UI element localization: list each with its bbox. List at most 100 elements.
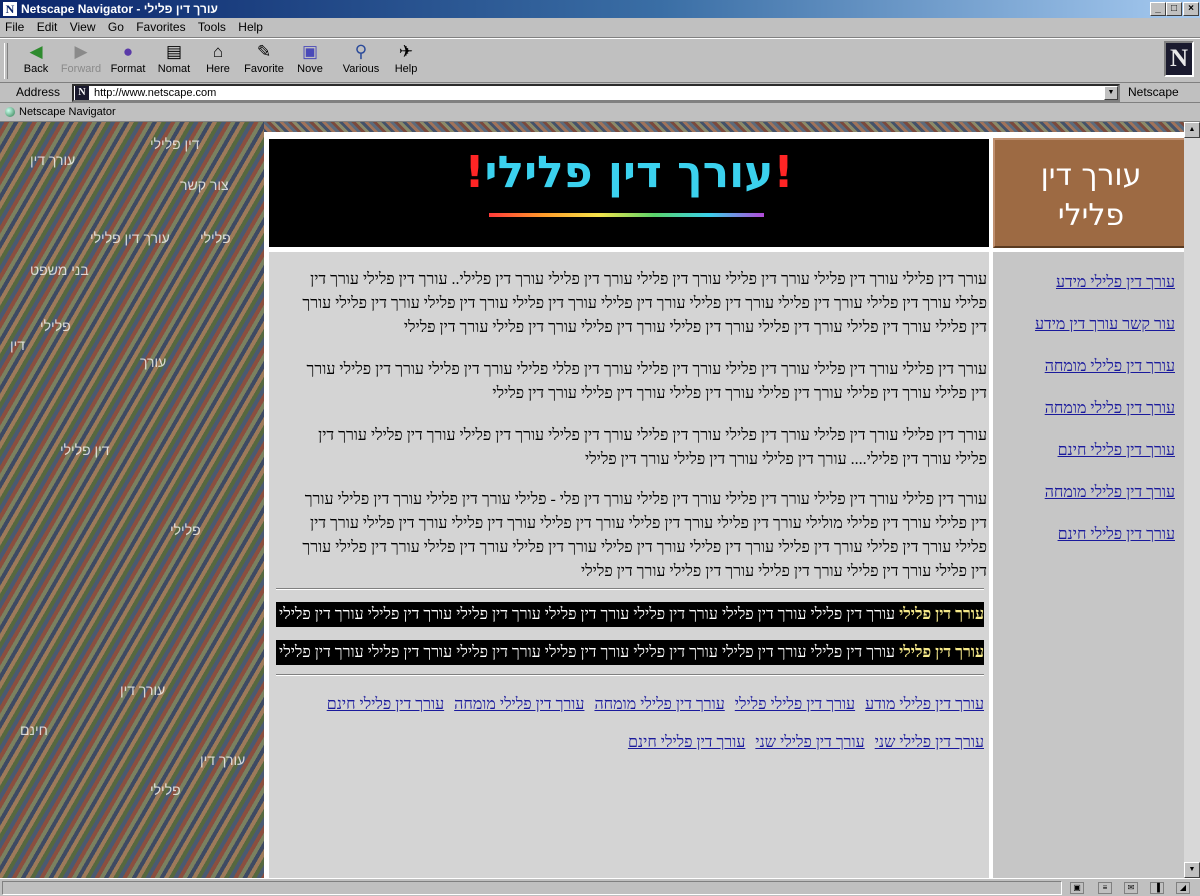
sidebar-link[interactable]: עורך דין פלילי מומחה [1045, 484, 1175, 502]
marquee-ticker: עורך דין פלילי עורך דין פלילי עורך דין פ… [276, 640, 984, 665]
rainbow-rule [489, 213, 764, 217]
bottom-links-row: עורך דין פלילי מודע עורך דין פלילי פלילי ע… [274, 696, 984, 714]
various-icon: ⚲ [354, 42, 368, 61]
security-lock-icon[interactable]: ▣ [1070, 882, 1084, 894]
window-title-bar: N Netscape Navigator - עורך דין פלילי _ … [0, 0, 1200, 18]
paragraph: עורך דין פלילי עורך דין פלילי עורך דין פ… [302, 271, 987, 336]
forward-icon: ▶ [74, 42, 88, 61]
watermark-text: פלילי [40, 318, 71, 334]
netscape-app-icon: N [3, 2, 17, 16]
divider [276, 588, 984, 590]
paragraph: עורך דין פלילי עורך דין פלילי עורך דין פ… [318, 427, 987, 468]
favorite-button[interactable]: ✎ Favorite [242, 41, 286, 81]
maximize-button[interactable]: □ [1166, 2, 1182, 16]
various-button[interactable]: ⚲ Various [339, 41, 383, 81]
watermark-text: בני משפט [30, 262, 89, 278]
status-text-pane [2, 881, 1062, 895]
watermark-text: פלילי [170, 522, 201, 538]
close-button[interactable]: × [1183, 2, 1199, 16]
vertical-scrollbar[interactable]: ▲ ▼ [1184, 122, 1200, 878]
favorite-icon: ✎ [256, 42, 272, 61]
watermark-text: דין [10, 337, 26, 353]
sidebar-link[interactable]: עור קשר עורך דין מידע [1035, 316, 1175, 334]
scroll-up-arrow-icon[interactable]: ▲ [1184, 122, 1200, 138]
menu-bar: File Edit View Go Favorites Tools Help [0, 18, 1200, 38]
menu-edit[interactable]: Edit [32, 18, 62, 34]
watermark-text: צור קשר [180, 177, 229, 193]
nomat-button[interactable]: ▤ Nomat [152, 41, 196, 81]
forward-button[interactable]: ▶ Forward [59, 41, 103, 81]
watermark-text: פלילי [200, 230, 231, 246]
page-title: !עורך דין פלילי! [464, 147, 794, 198]
bottom-link[interactable]: עורך דין פלילי מומחה [594, 696, 724, 713]
watermark-text: עורך [140, 354, 167, 370]
menu-file[interactable]: File [0, 18, 28, 34]
navigation-toolbar: ◀ Back ▶ Forward ● Format ▤ Nomat ⌂ Here… [0, 38, 1200, 83]
nomat-icon: ▤ [165, 42, 183, 61]
bookmark-icon[interactable]: ▐ [1150, 882, 1164, 894]
chevron-down-icon[interactable]: ▼ [1104, 86, 1118, 100]
main-column: עורך דין פלילי עורך דין פלילי עורך דין פ… [269, 252, 989, 878]
page-banner: !עורך דין פלילי! [269, 139, 989, 247]
watermark-text: עורך דין [30, 152, 76, 168]
network-icon: ≡ [1098, 882, 1112, 894]
bottom-link[interactable]: עורך דין פלילי שני [875, 734, 984, 751]
sidebar-link[interactable]: עורך דין פלילי חינם [1058, 526, 1175, 544]
resize-grip-icon[interactable]: ◢ [1176, 882, 1190, 894]
bottom-link[interactable]: עורך דין פלילי שני [755, 734, 864, 751]
marquee-ticker: עורך דין פלילי עורך דין פלילי עורך דין פ… [276, 602, 984, 627]
links-bar: Netscape Navigator [0, 103, 1200, 122]
bottom-link[interactable]: עורך דין פלילי חינם [327, 696, 444, 713]
nove-button[interactable]: ▣ Nove [288, 41, 332, 81]
address-label: Address [16, 85, 61, 99]
menu-tools[interactable]: Tools [193, 18, 230, 34]
watermark-text: עורך דין [200, 752, 246, 768]
netscape-navigator-link[interactable]: Netscape Navigator [19, 106, 116, 118]
status-bar: ▣ ≡ ✉ ▐ ◢ [0, 878, 1200, 896]
netscape-throbber-logo[interactable]: N [1164, 41, 1194, 77]
netscape-link[interactable]: Netscape [1128, 85, 1179, 99]
menu-view[interactable]: View [65, 18, 100, 34]
bottom-link[interactable]: עורך דין פלילי מומחה [454, 696, 584, 713]
sidebar-link[interactable]: עורך דין פלילי מידע [1056, 274, 1175, 292]
menu-help[interactable]: Help [233, 18, 267, 34]
sidebar-link[interactable]: עורך דין פלילי חינם [1058, 442, 1175, 460]
scroll-down-arrow-icon[interactable]: ▼ [1184, 862, 1200, 878]
back-button[interactable]: ◀ Back [14, 41, 58, 81]
bottom-link[interactable]: עורך דין פלילי חינם [628, 734, 745, 751]
format-button[interactable]: ● Format [106, 41, 150, 81]
nove-icon: ▣ [301, 42, 319, 61]
address-input[interactable]: N http://www.netscape.com ▼ [72, 84, 1120, 102]
watermark-text: עורך דין [120, 682, 166, 698]
mail-icon[interactable]: ✉ [1124, 882, 1138, 894]
menu-go[interactable]: Go [103, 18, 128, 34]
watermark-text: דין פלילי [150, 136, 200, 152]
toolbar-grip[interactable] [4, 43, 8, 79]
bottom-link[interactable]: עורך דין פלילי מודע [865, 696, 984, 713]
menu-favorites[interactable]: Favorites [131, 18, 189, 34]
watermark-text: עורך דין פלילי [90, 230, 170, 246]
back-icon: ◀ [29, 42, 43, 61]
sidebar: עורך דין פלילי מידע עור קשר עורך דין מיד… [993, 252, 1184, 878]
watermark-text: דין פלילי [60, 442, 110, 458]
help-icon: ✈ [398, 42, 414, 61]
page-content: !עורך דין פלילי! עורך דין פלילי עורך דין… [264, 132, 1184, 878]
paragraph: עורך דין פלילי עורך דין פלילי עורך דין פ… [302, 491, 987, 580]
home-icon: ⌂ [212, 42, 224, 61]
sidebar-link[interactable]: עורך דין פלילי מומחה [1045, 400, 1175, 418]
paragraph: עורך דין פלילי עורך דין פלילי עורך דין פ… [306, 361, 987, 402]
help-button[interactable]: ✈ Help [384, 41, 428, 81]
format-icon: ● [122, 42, 134, 61]
sidebar-link[interactable]: עורך דין פלילי מומחה [1045, 358, 1175, 376]
tiled-background-strip: דין פלילי עורך דין צור קשר עורך דין פליל… [0, 122, 264, 878]
watermark-text: פלילי [150, 782, 181, 798]
minimize-button[interactable]: _ [1150, 2, 1166, 16]
page-favicon-icon: N [75, 86, 89, 100]
bottom-link[interactable]: עורך דין פלילי פלילי [735, 696, 855, 713]
window-title: Netscape Navigator - עורך דין פלילי [21, 2, 218, 16]
brand-box: עורך דין פלילי [993, 138, 1184, 248]
home-button[interactable]: ⌂ Here [196, 41, 240, 81]
address-bar: Address N http://www.netscape.com ▼ Nets… [0, 83, 1200, 103]
bottom-links-row: עורך דין פלילי שני עורך דין פלילי שני עורך… [274, 734, 984, 752]
page-viewport: דין פלילי עורך דין צור קשר עורך דין פליל… [0, 122, 1184, 878]
